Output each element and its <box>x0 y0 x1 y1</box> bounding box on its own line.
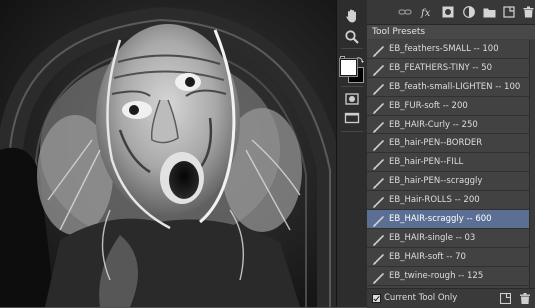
preset-label: EB_hair-PEN--scraggly <box>389 176 483 187</box>
layers-actions-bar: fx <box>367 0 535 25</box>
brush-preset-icon <box>372 43 384 57</box>
preset-label: EB_FEATHERS-TINY -- 50 <box>389 62 493 73</box>
canvas-artwork-image <box>0 0 336 307</box>
preset-item[interactable]: EB_Hair-ROLLS -- 200 <box>367 191 529 211</box>
brush-preset-icon <box>372 194 384 209</box>
panel-tab-bar: Tool Presets <box>367 25 535 39</box>
preset-label: EB_HAIR-Curly -- 250 <box>389 119 478 130</box>
adjustment-icon[interactable] <box>461 4 477 20</box>
preset-label: EB_FUR-soft -- 200 <box>389 100 468 111</box>
preset-list: EB_feathers-SMALL -- 100 EB_FEATHERS-TINY… <box>367 40 529 288</box>
preset-label: EB_feathers-SMALL -- 100 <box>389 44 499 54</box>
mask-icon[interactable] <box>440 4 456 20</box>
default-colors-icon[interactable] <box>340 49 348 64</box>
preset-label: EB_twine-rough -- 125 <box>389 270 484 281</box>
preset-item[interactable]: EB_FEATHERS-TINY -- 50 <box>367 58 529 78</box>
brush-preset-icon <box>372 270 384 284</box>
preset-item[interactable]: EB_hair-PEN--FILL <box>367 153 529 173</box>
preset-label: EB_feath-small-LIGHTEN -- 100 <box>389 81 521 92</box>
foreground-color[interactable] <box>340 59 357 76</box>
brush-preset-icon <box>372 156 384 171</box>
preset-item[interactable]: EB_HAIR-single -- 03 <box>367 228 529 248</box>
trash-icon[interactable] <box>520 4 535 20</box>
screen-mode-icon[interactable] <box>341 108 363 128</box>
preset-item[interactable]: EB_hair-PEN--scraggly <box>367 172 529 192</box>
brush-preset-icon <box>372 137 384 152</box>
link-icon[interactable] <box>397 4 413 20</box>
fx-icon[interactable]: fx <box>419 4 435 20</box>
hand-tool-icon[interactable] <box>341 6 363 26</box>
preset-label: EB_HAIR-single -- 03 <box>389 232 476 243</box>
brush-preset-icon <box>372 81 384 95</box>
preset-label: EB_HAIR-scraggly -- 600 <box>389 214 492 225</box>
current-tool-only-label: Current Tool Only <box>384 293 458 303</box>
brush-preset-icon <box>372 232 384 246</box>
preset-label: EB_hair-PEN--BORDER <box>389 138 483 149</box>
preset-list-scrollbar[interactable] <box>529 40 535 288</box>
brush-preset-icon <box>372 100 384 114</box>
new-layer-icon[interactable] <box>501 4 517 20</box>
quick-mask-icon[interactable] <box>341 89 363 109</box>
panel-footer: Current Tool Only <box>367 288 535 308</box>
brush-preset-icon <box>372 251 384 265</box>
delete-preset-icon[interactable] <box>518 292 531 305</box>
preset-item[interactable]: EB_hair-PEN--BORDER <box>367 134 529 154</box>
preset-label: EB_HAIR-soft -- 70 <box>389 251 466 262</box>
preset-item[interactable]: EB_HAIR-scraggly -- 600 <box>367 210 529 229</box>
preset-item[interactable]: EB_HAIR-Curly -- 250 <box>367 115 529 135</box>
preset-item[interactable]: EB_feathers-SMALL -- 100 <box>367 40 529 59</box>
swap-colors-icon[interactable] <box>356 49 364 63</box>
preset-item[interactable]: EB_twine-rough -- 125 <box>367 266 529 286</box>
brush-preset-icon <box>372 175 384 190</box>
brush-preset-icon <box>372 119 384 133</box>
current-tool-only-checkbox[interactable] <box>372 294 381 303</box>
brush-preset-icon <box>372 62 384 76</box>
preset-label: EB_hair-PEN--FILL <box>389 157 464 168</box>
panel-title[interactable]: Tool Presets <box>372 25 425 39</box>
tool-presets-panel: fx Tool Presets EB_feathers-SMALL -- 100… <box>367 0 535 308</box>
tools-panel <box>336 0 368 307</box>
svg-text:fx: fx <box>420 8 431 18</box>
brush-preset-icon <box>372 213 384 228</box>
preset-item[interactable]: EB_feath-small-LIGHTEN -- 100 <box>367 77 529 97</box>
new-preset-icon[interactable] <box>499 292 512 305</box>
preset-item[interactable]: EB_HAIR-soft -- 70 <box>367 247 529 267</box>
folder-icon[interactable] <box>481 4 497 20</box>
preset-item[interactable]: EB_FUR-soft -- 200 <box>367 96 529 116</box>
zoom-tool-icon[interactable] <box>341 27 363 47</box>
document-canvas[interactable] <box>0 0 336 307</box>
preset-label: EB_Hair-ROLLS -- 200 <box>389 195 480 206</box>
